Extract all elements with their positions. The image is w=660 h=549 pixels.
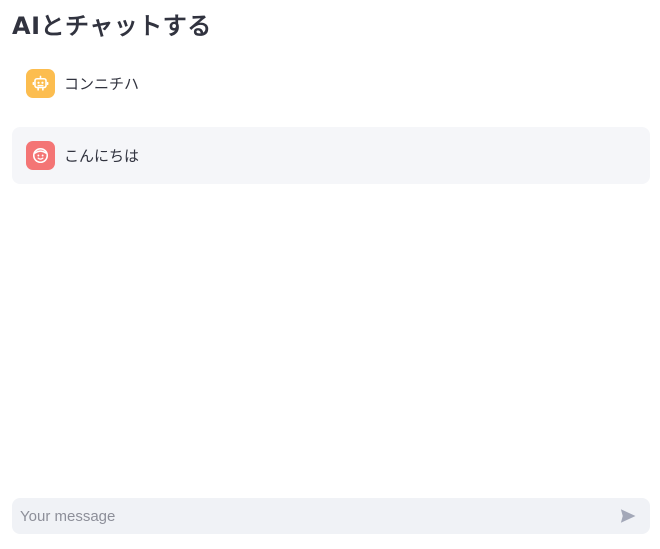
page-title: AIとチャットする	[12, 12, 212, 40]
chat-page: AIとチャットする コンニチハ こんにちは Your message	[0, 0, 660, 549]
message-input[interactable]	[20, 507, 616, 525]
send-button[interactable]	[616, 504, 640, 528]
assistant-message: コンニチハ	[12, 55, 650, 112]
assistant-avatar	[26, 69, 55, 98]
send-arrow-icon	[620, 509, 636, 523]
assistant-message-text: コンニチハ	[64, 75, 140, 93]
user-message: こんにちは	[12, 127, 650, 184]
robot-icon	[32, 75, 49, 91]
chat-input-container	[12, 498, 650, 534]
smiley-face-icon	[32, 147, 49, 164]
user-message-text: こんにちは	[64, 147, 140, 165]
user-avatar	[26, 141, 55, 170]
